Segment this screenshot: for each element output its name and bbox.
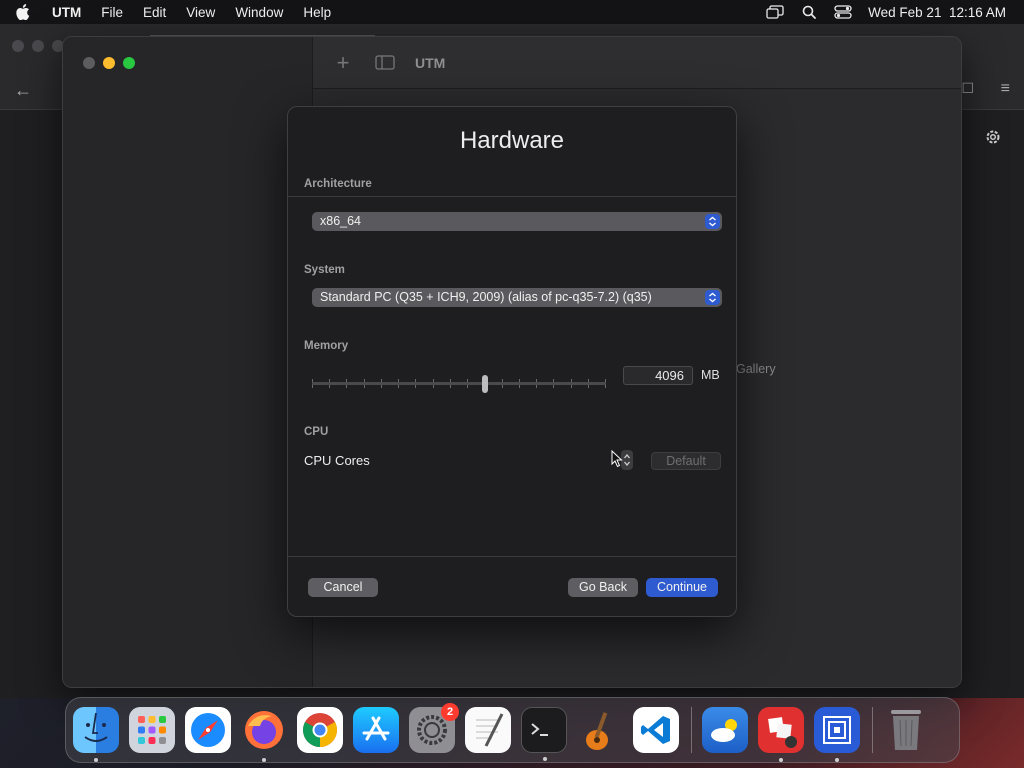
launchpad-icon[interactable] <box>129 707 175 753</box>
utm-toolbar: + UTM <box>313 37 961 89</box>
garageband-icon[interactable] <box>577 707 623 753</box>
popup-chevron-icon <box>705 214 720 229</box>
textedit-icon[interactable] <box>465 707 511 753</box>
sheet-title: Hardware <box>459 127 565 154</box>
terminal-icon[interactable] <box>521 707 567 761</box>
menu-app-name[interactable]: UTM <box>52 5 81 20</box>
menu-view[interactable]: View <box>186 5 215 20</box>
chrome-icon[interactable] <box>297 707 343 753</box>
add-vm-icon[interactable]: + <box>333 50 353 76</box>
menu-bar: UTM File Edit View Window Help Wed Feb 2… <box>0 0 1024 24</box>
background-traffic-lights <box>12 40 64 52</box>
cancel-button[interactable]: Cancel <box>308 578 378 597</box>
system-value: Standard PC (Q35 + ICH9, 2009) (alias of… <box>320 290 652 304</box>
utm-traffic-lights <box>83 57 135 69</box>
photo-booth-icon[interactable] <box>758 707 804 762</box>
utm-icon[interactable] <box>814 707 860 762</box>
gear-icon[interactable] <box>984 128 1002 151</box>
vscode-icon[interactable] <box>633 707 679 753</box>
system-select[interactable]: Standard PC (Q35 + ICH9, 2009) (alias of… <box>312 288 722 307</box>
control-center-icon[interactable] <box>834 3 852 21</box>
menu-help[interactable]: Help <box>303 5 331 20</box>
sidebar-toggle-icon[interactable] <box>375 55 395 71</box>
architecture-value: x86_64 <box>320 214 362 228</box>
memory-slider-thumb[interactable] <box>482 375 488 393</box>
menu-window[interactable]: Window <box>235 5 283 20</box>
menu-edit[interactable]: Edit <box>143 5 166 20</box>
running-indicator <box>94 758 98 762</box>
safari-icon[interactable] <box>185 707 231 753</box>
trash-icon[interactable] <box>883 707 929 753</box>
close-button[interactable] <box>83 57 95 69</box>
gallery-card-label: Gallery <box>736 362 776 376</box>
running-indicator <box>543 757 547 761</box>
apple-icon[interactable] <box>16 4 38 20</box>
dock-separator <box>872 707 873 753</box>
utm-sidebar <box>63 37 313 687</box>
background-minimize-button[interactable] <box>32 40 44 52</box>
dock-separator <box>691 707 692 753</box>
default-button[interactable]: Default <box>651 452 721 470</box>
memory-label: Memory <box>304 340 349 352</box>
window-title: UTM <box>415 54 446 71</box>
footer-divider <box>288 556 736 557</box>
popup-chevron-icon <box>705 290 720 305</box>
go-back-button[interactable]: Go Back <box>568 578 638 597</box>
architecture-select[interactable]: x86_64 <box>312 212 722 231</box>
back-arrow-icon[interactable]: ← <box>14 80 32 101</box>
running-indicator <box>779 758 783 762</box>
memory-unit: MB <box>701 368 720 382</box>
architecture-divider <box>288 196 736 197</box>
memory-slider[interactable] <box>312 375 606 393</box>
zoom-button[interactable] <box>123 57 135 69</box>
architecture-label: Architecture <box>304 178 372 190</box>
menu-file[interactable]: File <box>101 5 123 20</box>
hardware-sheet: Hardware Architecture x86_64 System Stan… <box>287 106 737 617</box>
hamburger-menu-icon[interactable]: ≡ <box>1001 80 1010 98</box>
firefox-icon[interactable] <box>241 707 287 762</box>
memory-slider-track <box>312 382 606 385</box>
continue-button[interactable]: Continue <box>646 578 718 597</box>
spotlight-search-icon[interactable] <box>800 3 818 21</box>
notification-badge: 2 <box>441 703 459 721</box>
screen-mirroring-icon[interactable] <box>766 3 784 21</box>
mouse-cursor-icon <box>611 449 623 473</box>
cpu-cores-label: CPU Cores <box>304 453 370 468</box>
system-label: System <box>304 264 345 276</box>
background-close-button[interactable] <box>12 40 24 52</box>
weather-icon[interactable] <box>702 707 748 753</box>
dock: 2 <box>65 697 960 763</box>
running-indicator <box>262 758 266 762</box>
share-icon[interactable]: ☐ <box>961 80 974 97</box>
menubar-clock[interactable]: Wed Feb 21 12:16 AM <box>868 5 1006 20</box>
app-store-icon[interactable] <box>353 707 399 753</box>
memory-field[interactable]: 4096 <box>623 366 693 385</box>
running-indicator <box>835 758 839 762</box>
system-settings-icon[interactable]: 2 <box>409 703 459 753</box>
finder-icon[interactable] <box>73 707 119 762</box>
minimize-button[interactable] <box>103 57 115 69</box>
cpu-label: CPU <box>304 426 329 438</box>
